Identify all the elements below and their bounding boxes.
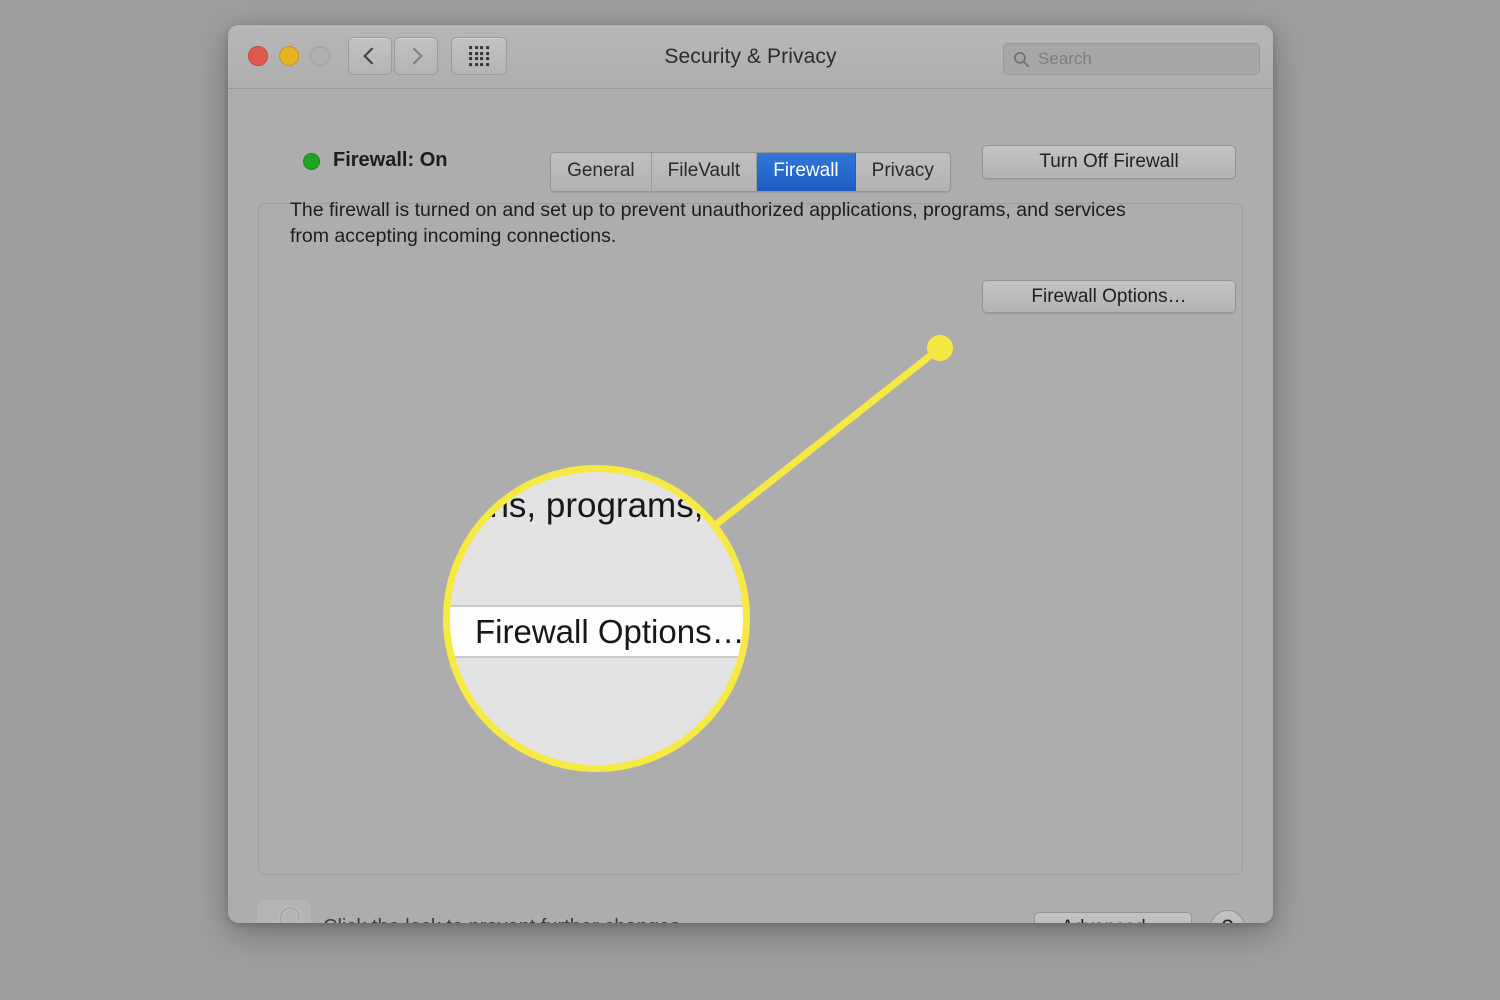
tab-bar: General FileVault Firewall Privacy: [228, 152, 1273, 192]
unlocked-padlock-icon: [270, 905, 302, 923]
help-button[interactable]: ?: [1210, 910, 1245, 923]
tab-general[interactable]: General: [551, 153, 652, 191]
search-placeholder: Search: [1038, 49, 1092, 68]
magnifier-highlight-band: Firewall Options…: [450, 605, 743, 658]
callout-anchor-dot: [927, 335, 953, 361]
tab-privacy[interactable]: Privacy: [855, 153, 950, 191]
search-icon: [1014, 52, 1029, 67]
lock-caption: Click the lock to prevent further change…: [323, 912, 685, 923]
magnifier-highlighted-text: Firewall Options…: [475, 613, 745, 650]
magnifier-callout: ons, programs, Firewall Options…: [443, 465, 750, 772]
lock-button[interactable]: [257, 900, 311, 923]
system-preferences-window: Security & Privacy Search General FileVa…: [228, 25, 1273, 923]
firewall-options-button[interactable]: Firewall Options…: [982, 280, 1236, 313]
window-body: General FileVault Firewall Privacy Firew…: [228, 89, 1273, 923]
tab-firewall[interactable]: Firewall: [757, 153, 856, 191]
window-titlebar: Security & Privacy Search: [228, 25, 1273, 89]
firewall-description: The firewall is turned on and set up to …: [290, 199, 1126, 247]
magnifier-top-text: ons, programs,: [470, 486, 704, 525]
tab-filevault[interactable]: FileVault: [651, 153, 758, 191]
search-field[interactable]: Search: [1003, 43, 1260, 75]
advanced-button[interactable]: Advanced…: [1034, 912, 1192, 923]
tab-group: General FileVault Firewall Privacy: [550, 152, 951, 192]
